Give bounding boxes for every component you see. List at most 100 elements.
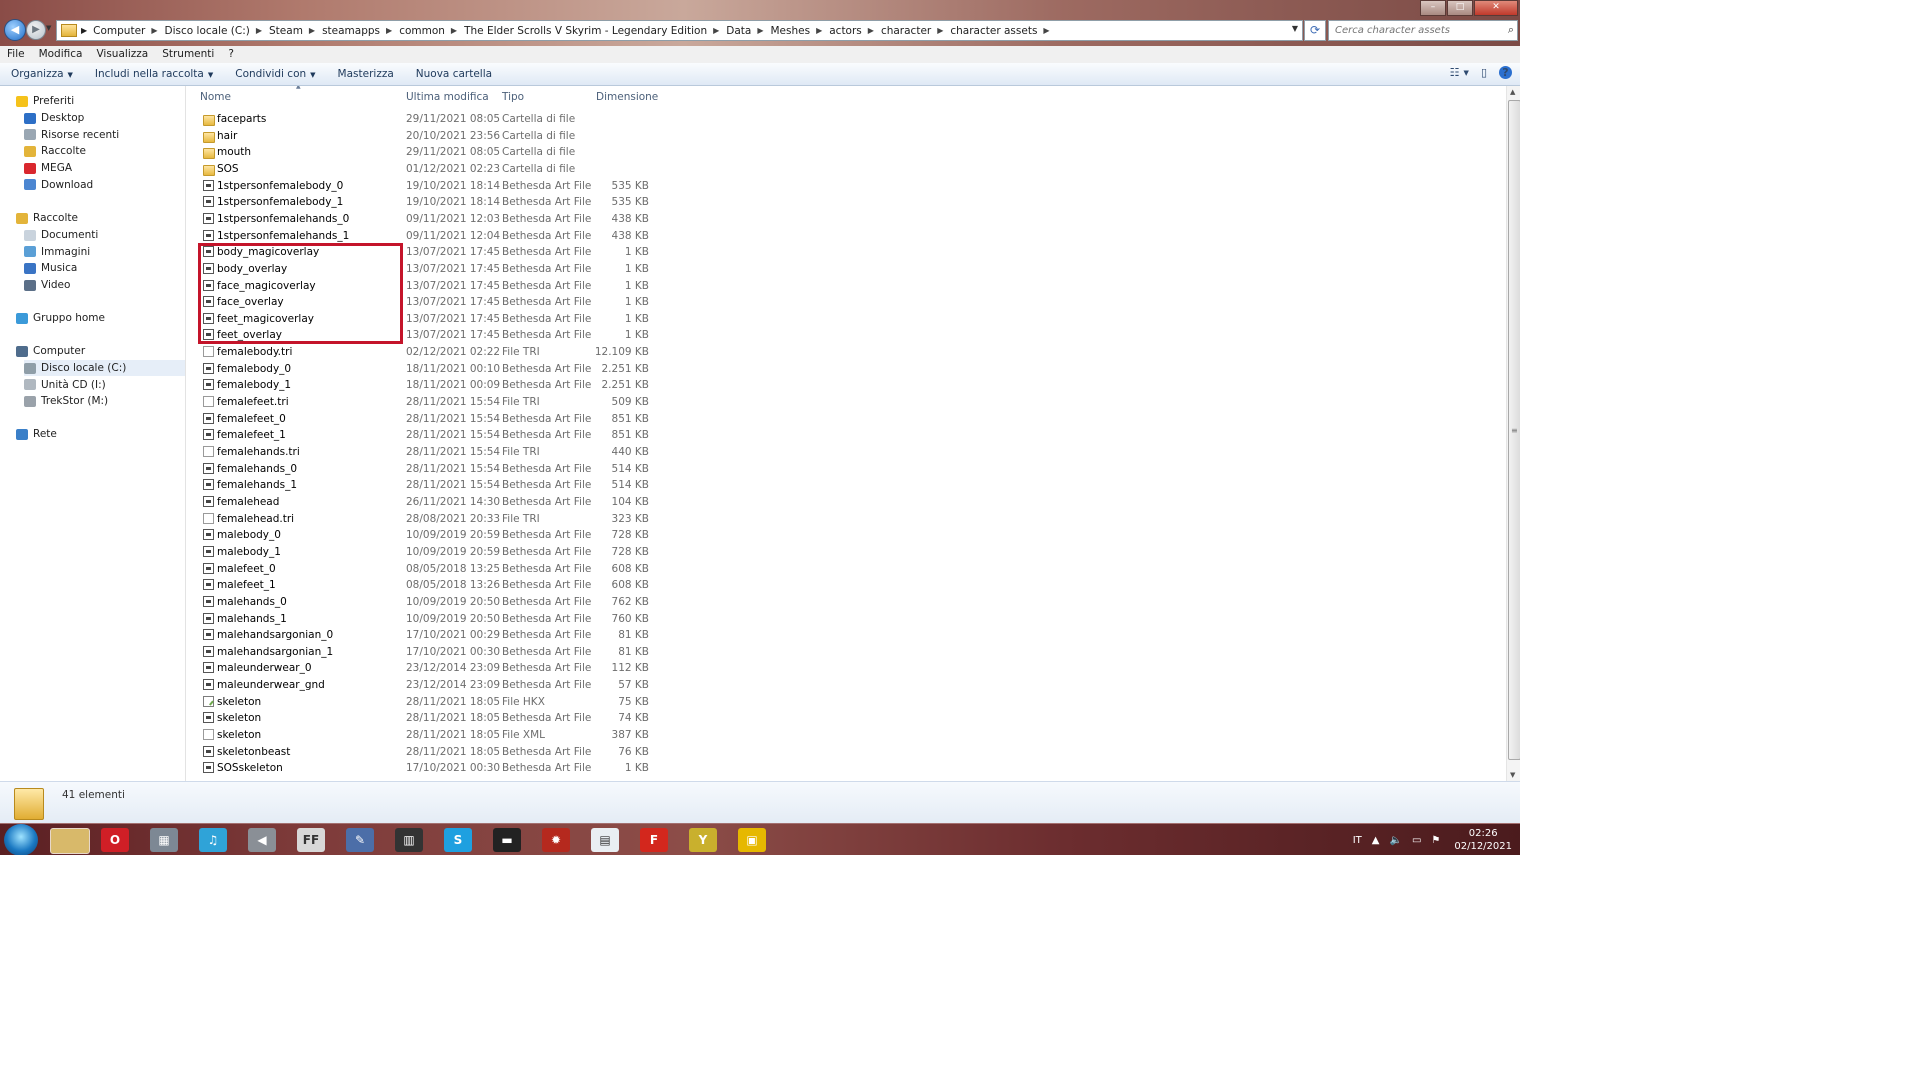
file-row[interactable]: malefeet_0 08/05/2018 13:25 Bethesda Art F… <box>186 561 656 577</box>
breadcrumb-item[interactable]: Steam <box>269 25 303 37</box>
chevron-right-icon[interactable]: ▶ <box>81 26 87 35</box>
mmm-icon[interactable]: ▬ <box>493 828 521 852</box>
gear-app-icon[interactable]: ✹ <box>542 828 570 852</box>
maximize-button[interactable]: □ <box>1447 0 1473 16</box>
file-row[interactable]: maleunderwear_gnd 23/12/2014 23:09 Bethesd… <box>186 677 656 693</box>
vertical-scrollbar[interactable]: ▲ ≡ ▼ <box>1506 86 1520 781</box>
forward-button[interactable]: ▶ <box>26 20 46 40</box>
window-app-icon[interactable]: ▤ <box>591 828 619 852</box>
chevron-right-icon[interactable]: ▶ <box>1043 26 1049 35</box>
file-row[interactable]: skeleton 28/11/2021 18:05 Bethesda Art Fil… <box>186 710 656 726</box>
nav-item[interactable]: Download <box>24 177 93 193</box>
breadcrumb-item[interactable]: character assets <box>950 25 1037 37</box>
minimize-button[interactable]: – <box>1420 0 1446 16</box>
file-row[interactable]: hair 20/10/2021 23:56 Cartella di file <box>186 128 656 144</box>
menu-item[interactable]: Visualizza <box>89 46 155 63</box>
change-view-icon[interactable]: ☷ <box>1450 66 1460 79</box>
file-row[interactable]: feet_overlay 13/07/2021 17:45 Bethesda Art… <box>186 327 656 343</box>
chevron-right-icon[interactable]: ▶ <box>937 26 943 35</box>
file-row[interactable]: femalefeet_0 28/11/2021 15:54 Bethesda Art… <box>186 411 656 427</box>
start-button[interactable] <box>4 824 38 855</box>
skype-icon[interactable]: S <box>444 828 472 852</box>
breadcrumb-item[interactable]: actors <box>829 25 862 37</box>
nav-item[interactable]: MEGA <box>24 160 72 176</box>
file-row[interactable]: face_overlay 13/07/2021 17:45 Bethesda Art… <box>186 294 656 310</box>
scroll-down-icon[interactable]: ▼ <box>1510 771 1515 779</box>
network-icon[interactable]: ▭ <box>1412 835 1421 846</box>
file-row[interactable]: malebody_1 10/09/2019 20:59 Bethesda Art F… <box>186 544 656 560</box>
menu-item[interactable]: ? <box>221 46 241 63</box>
itunes-icon[interactable]: ♫ <box>199 828 227 852</box>
opera-icon[interactable]: O <box>101 828 129 852</box>
breadcrumb-item[interactable]: Disco locale (C:) <box>165 25 250 37</box>
file-row[interactable]: malehandsargonian_0 17/10/2021 00:29 Bethe… <box>186 627 656 643</box>
file-row[interactable]: skeletonbeast 28/11/2021 18:05 Bethesda Ar… <box>186 744 656 760</box>
file-row[interactable]: skeleton 28/11/2021 18:05 File HKX 75 KB <box>186 694 656 710</box>
nav-item[interactable]: Computer <box>16 343 85 359</box>
file-row[interactable]: femalehead.tri 28/08/2021 20:33 File TRI 32… <box>186 511 656 527</box>
file-row[interactable]: femalehands.tri 28/11/2021 15:54 File TRI 4… <box>186 444 656 460</box>
file-row[interactable]: malehands_1 10/09/2019 20:50 Bethesda Art … <box>186 611 656 627</box>
nav-item[interactable]: Risorse recenti <box>24 127 119 143</box>
film-icon[interactable]: ▥ <box>395 828 423 852</box>
breadcrumb-item[interactable]: common <box>399 25 445 37</box>
volume-icon[interactable]: 🔈 <box>1389 835 1401 846</box>
search-input[interactable] <box>1333 21 1497 40</box>
command-button[interactable]: Includi nella raccolta ▼ <box>84 68 224 80</box>
file-row[interactable]: maleunderwear_0 23/12/2014 23:09 Bethesda … <box>186 660 656 676</box>
file-row[interactable]: feet_magicoverlay 13/07/2021 17:45 Bethesd… <box>186 311 656 327</box>
breadcrumb-item[interactable]: steamapps <box>322 25 380 37</box>
search-box[interactable]: ⌕ <box>1328 20 1518 41</box>
nav-item[interactable]: Rete <box>16 426 57 442</box>
file-row[interactable]: femalebody.tri 02/12/2021 02:22 File TRI 12… <box>186 344 656 360</box>
breadcrumb-item[interactable]: Meshes <box>771 25 811 37</box>
file-row[interactable]: 1stpersonfemalebody_0 19/10/2021 18:14 Bet… <box>186 178 656 194</box>
nav-item[interactable]: Desktop <box>24 110 84 126</box>
back-button[interactable]: ◀ <box>4 19 26 41</box>
nav-item[interactable]: Raccolte <box>16 210 78 226</box>
file-row[interactable]: malehands_0 10/09/2019 20:50 Bethesda Art … <box>186 594 656 610</box>
explorer-icon[interactable] <box>50 828 90 854</box>
file-row[interactable]: 1stpersonfemalebody_1 19/10/2021 18:14 Bet… <box>186 194 656 210</box>
file-row[interactable]: SOSskeleton 17/10/2021 00:30 Bethesda Art … <box>186 760 656 776</box>
breadcrumb-item[interactable]: Data <box>726 25 751 37</box>
chevron-right-icon[interactable]: ▶ <box>256 26 262 35</box>
chevron-up-icon[interactable]: ▲ <box>1372 835 1380 846</box>
column-name[interactable]: Nome <box>200 91 231 103</box>
file-row[interactable]: skeleton 28/11/2021 18:05 File XML 387 KB <box>186 727 656 743</box>
file-row[interactable]: femalehead 26/11/2021 14:30 Bethesda Art F… <box>186 494 656 510</box>
command-button[interactable]: Masterizza <box>327 68 405 80</box>
help-icon[interactable]: ? <box>1499 66 1512 79</box>
nav-item[interactable]: Documenti <box>24 227 98 243</box>
nav-item[interactable]: TrekStor (M:) <box>24 393 108 409</box>
chevron-down-icon[interactable]: ▼ <box>1464 69 1469 77</box>
file-row[interactable]: femalehands_1 28/11/2021 15:54 Bethesda Ar… <box>186 477 656 493</box>
nav-item[interactable]: Video <box>24 277 70 293</box>
file-row[interactable]: femalebody_1 18/11/2021 00:09 Bethesda Art… <box>186 377 656 393</box>
language-indicator[interactable]: IT <box>1353 835 1362 846</box>
menu-item[interactable]: File <box>0 46 32 63</box>
column-date[interactable]: Ultima modifica <box>406 91 489 103</box>
nav-item[interactable]: Disco locale (C:) <box>24 360 185 376</box>
chevron-down-icon[interactable]: ▼ <box>1292 24 1298 33</box>
file-row[interactable]: femalefeet.tri 28/11/2021 15:54 File TRI 50… <box>186 394 656 410</box>
clock[interactable]: 02:26 02/12/2021 <box>1454 827 1512 853</box>
close-button[interactable]: ✕ <box>1474 0 1518 16</box>
file-row[interactable]: femalebody_0 18/11/2021 00:10 Bethesda Art… <box>186 361 656 377</box>
nav-item[interactable]: Musica <box>24 260 77 276</box>
menu-item[interactable]: Strumenti <box>155 46 221 63</box>
recent-pages-dropdown-icon[interactable]: ▼ <box>46 24 51 32</box>
menu-item[interactable]: Modifica <box>32 46 90 63</box>
nav-item[interactable]: Gruppo home <box>16 310 105 326</box>
nav-item[interactable]: Immagini <box>24 244 90 260</box>
file-row[interactable]: face_magicoverlay 13/07/2021 17:45 Bethesd… <box>186 278 656 294</box>
chevron-right-icon[interactable]: ▶ <box>309 26 315 35</box>
nav-item[interactable]: Preferiti <box>16 93 74 109</box>
nav-item[interactable]: Raccolte <box>24 143 86 159</box>
file-row[interactable]: mouth 29/11/2021 08:05 Cartella di file <box>186 144 656 160</box>
file-row[interactable]: body_overlay 13/07/2021 17:45 Bethesda Art… <box>186 261 656 277</box>
preview-pane-icon[interactable]: ▯ <box>1481 66 1487 79</box>
file-row[interactable]: malehandsargonian_1 17/10/2021 00:30 Bethe… <box>186 644 656 660</box>
command-button[interactable]: Nuova cartella <box>405 68 503 80</box>
chevron-right-icon[interactable]: ▶ <box>713 26 719 35</box>
